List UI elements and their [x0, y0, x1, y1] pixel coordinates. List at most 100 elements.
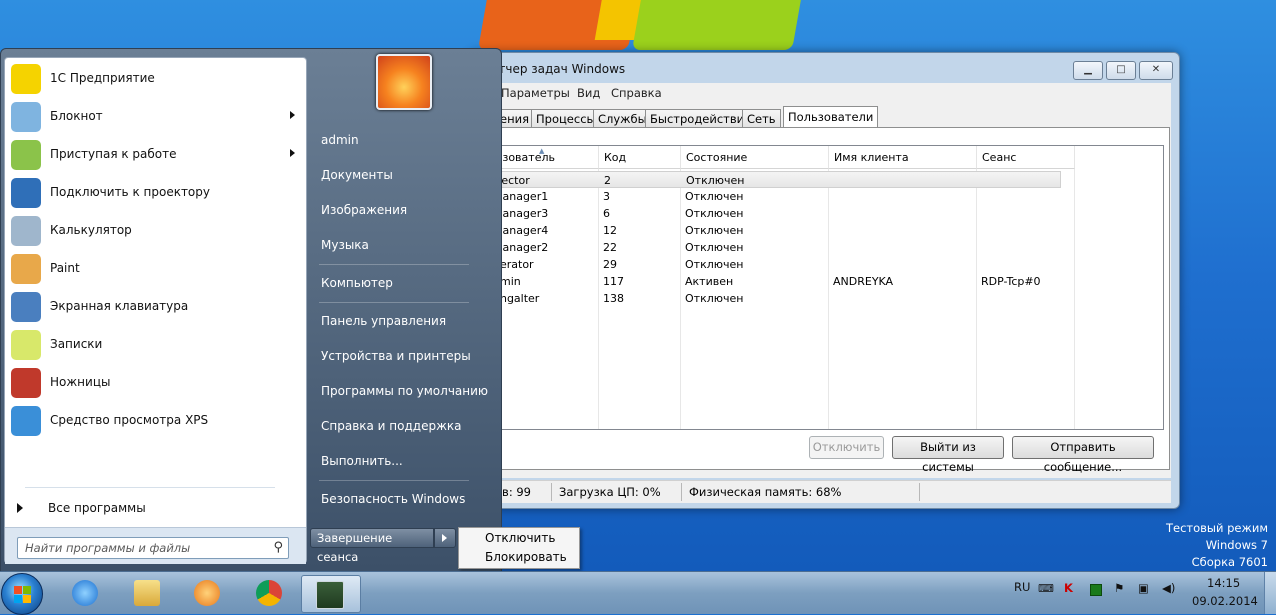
program-label: Средство просмотра XPS [50, 413, 209, 427]
volume-icon[interactable]: ◀) [1162, 581, 1175, 595]
start-menu-programs: 1С Предприятие Блокнот Приступая к работе П… [4, 57, 307, 564]
menu-help[interactable]: Справка [611, 86, 662, 100]
program-item[interactable]: Ножницы [9, 365, 301, 401]
cell-state: Активен [685, 275, 734, 288]
menu-item-lock[interactable]: Блокировать [485, 550, 567, 564]
column-session[interactable]: Сеанс [977, 146, 1075, 169]
table-row[interactable]: Manager1 3 Отключен [491, 188, 1163, 205]
column-client[interactable]: Имя клиента [829, 146, 977, 169]
keyboard-icon[interactable]: ⌨ [1038, 582, 1054, 595]
status-bar: ов: 99 Загрузка ЦП: 0% Физическая память… [479, 480, 1171, 503]
link-documents[interactable]: Документы [321, 168, 393, 182]
program-item[interactable]: Записки [9, 327, 301, 363]
status-green-icon[interactable] [1090, 584, 1102, 596]
1c-icon [11, 64, 41, 94]
table-row[interactable]: irector 2 Отключен [491, 171, 1061, 188]
link-user[interactable]: admin [321, 133, 359, 147]
task-manager-body: ения Процессы Службы Быстродействие Сеть… [479, 103, 1171, 478]
menu-view[interactable]: Вид [577, 86, 600, 100]
search-icon: ⚲ [273, 540, 283, 555]
link-help-support[interactable]: Справка и поддержка [321, 419, 462, 433]
start-menu: 1С Предприятие Блокнот Приступая к работе П… [0, 48, 502, 573]
link-pictures[interactable]: Изображения [321, 203, 407, 217]
explorer-icon[interactable] [120, 575, 172, 611]
tab-services[interactable]: Службы [593, 109, 652, 128]
clock-date[interactable]: 09.02.2014 [1192, 594, 1258, 608]
send-message-button[interactable]: Отправить сообщение... [1012, 436, 1154, 474]
logoff-button[interactable]: Выйти из системы [892, 436, 1004, 474]
flag-icon[interactable]: ⚑ [1114, 581, 1124, 595]
tab-performance[interactable]: Быстродействие [645, 109, 757, 128]
minimize-button[interactable]: ▁ [1073, 61, 1103, 80]
all-programs-button[interactable]: Все программы [11, 495, 301, 521]
column-user[interactable]: ьзователь [491, 146, 599, 169]
arrow-right-icon [17, 503, 23, 513]
program-item[interactable]: 1С Предприятие [9, 61, 301, 97]
network-icon[interactable]: ▣ [1138, 581, 1149, 595]
all-programs-label: Все программы [48, 501, 146, 515]
cell-state: Отключен [685, 207, 744, 220]
start-button[interactable] [1, 573, 43, 615]
tab-processes[interactable]: Процессы [531, 109, 601, 128]
shutdown-button[interactable]: Завершение сеанса [310, 528, 434, 564]
chrome-icon[interactable] [242, 575, 294, 611]
tab-network[interactable]: Сеть [742, 109, 781, 128]
table-row[interactable]: uhgalter 138 Отключен [491, 290, 1163, 307]
antivirus-icon[interactable]: K [1064, 581, 1073, 595]
search-bar: Найти программы и файлы ⚲ [5, 527, 306, 564]
user-avatar[interactable] [376, 54, 432, 110]
shutdown-options-button[interactable] [434, 528, 456, 548]
media-player-icon[interactable] [180, 575, 232, 611]
search-placeholder: Найти программы и файлы [25, 541, 191, 555]
column-state[interactable]: Состояние [681, 146, 829, 169]
cell-id: 29 [603, 258, 617, 271]
link-music[interactable]: Музыка [321, 238, 369, 252]
tab-users[interactable]: Пользователи [783, 106, 879, 129]
search-input[interactable]: Найти программы и файлы ⚲ [17, 537, 289, 559]
submenu-arrow-icon[interactable] [290, 149, 295, 157]
program-item[interactable]: Калькулятор [9, 213, 301, 249]
program-label: Записки [50, 337, 103, 351]
link-run[interactable]: Выполнить... [321, 454, 403, 468]
cell-id: 6 [603, 207, 610, 220]
cell-id: 12 [603, 224, 617, 237]
submenu-arrow-icon[interactable] [290, 111, 295, 119]
language-indicator[interactable]: RU [1014, 580, 1030, 594]
ie-icon[interactable] [58, 575, 110, 611]
menu-options[interactable]: Параметры [501, 86, 570, 100]
show-desktop-button[interactable] [1264, 572, 1276, 614]
table-row[interactable]: dmin 117 Активен ANDREYKA RDP-Tcp#0 [491, 273, 1163, 290]
windows-logo-icon [14, 586, 22, 594]
program-item[interactable]: Средство просмотра XPS [9, 403, 301, 439]
xps-viewer-icon [11, 406, 41, 436]
program-item[interactable]: Paint [9, 251, 301, 287]
link-control-panel[interactable]: Панель управления [321, 314, 446, 328]
maximize-button[interactable]: □ [1106, 61, 1136, 80]
program-item[interactable]: Блокнот [9, 99, 301, 135]
link-default-programs[interactable]: Программы по умолчанию [321, 384, 488, 398]
users-list[interactable]: ьзователь Код Состояние Имя клиента Сеан… [490, 145, 1164, 430]
program-item[interactable]: Приступая к работе [9, 137, 301, 173]
menu-item-disconnect[interactable]: Отключить [485, 531, 555, 545]
program-item[interactable]: Подключить к проектору [9, 175, 301, 211]
task-manager-window: етчер задач Windows ▁ □ ✕ Параметры Вид … [470, 52, 1180, 509]
link-devices-printers[interactable]: Устройства и принтеры [321, 349, 471, 363]
task-manager-icon[interactable] [301, 575, 361, 613]
keyboard-icon [11, 292, 41, 322]
table-row[interactable]: Manager3 6 Отключен [491, 205, 1163, 222]
table-row[interactable]: Manager2 22 Отключен [491, 239, 1163, 256]
scissors-icon [11, 368, 41, 398]
table-row[interactable]: perator 29 Отключен [491, 256, 1163, 273]
arrow-right-icon [442, 534, 447, 542]
link-windows-security[interactable]: Безопасность Windows [321, 492, 465, 506]
users-panel: ьзователь Код Состояние Имя клиента Сеан… [485, 127, 1170, 474]
table-row[interactable]: Manager4 12 Отключен [491, 222, 1163, 239]
link-computer[interactable]: Компьютер [321, 276, 393, 290]
program-item[interactable]: Экранная клавиатура [9, 289, 301, 325]
program-label: Paint [50, 261, 80, 275]
disconnect-button[interactable]: Отключить [809, 436, 884, 459]
clock-time[interactable]: 14:15 [1207, 576, 1240, 590]
cell-client: ANDREYKA [833, 275, 894, 288]
column-id[interactable]: Код [599, 146, 681, 169]
close-button[interactable]: ✕ [1139, 61, 1173, 80]
